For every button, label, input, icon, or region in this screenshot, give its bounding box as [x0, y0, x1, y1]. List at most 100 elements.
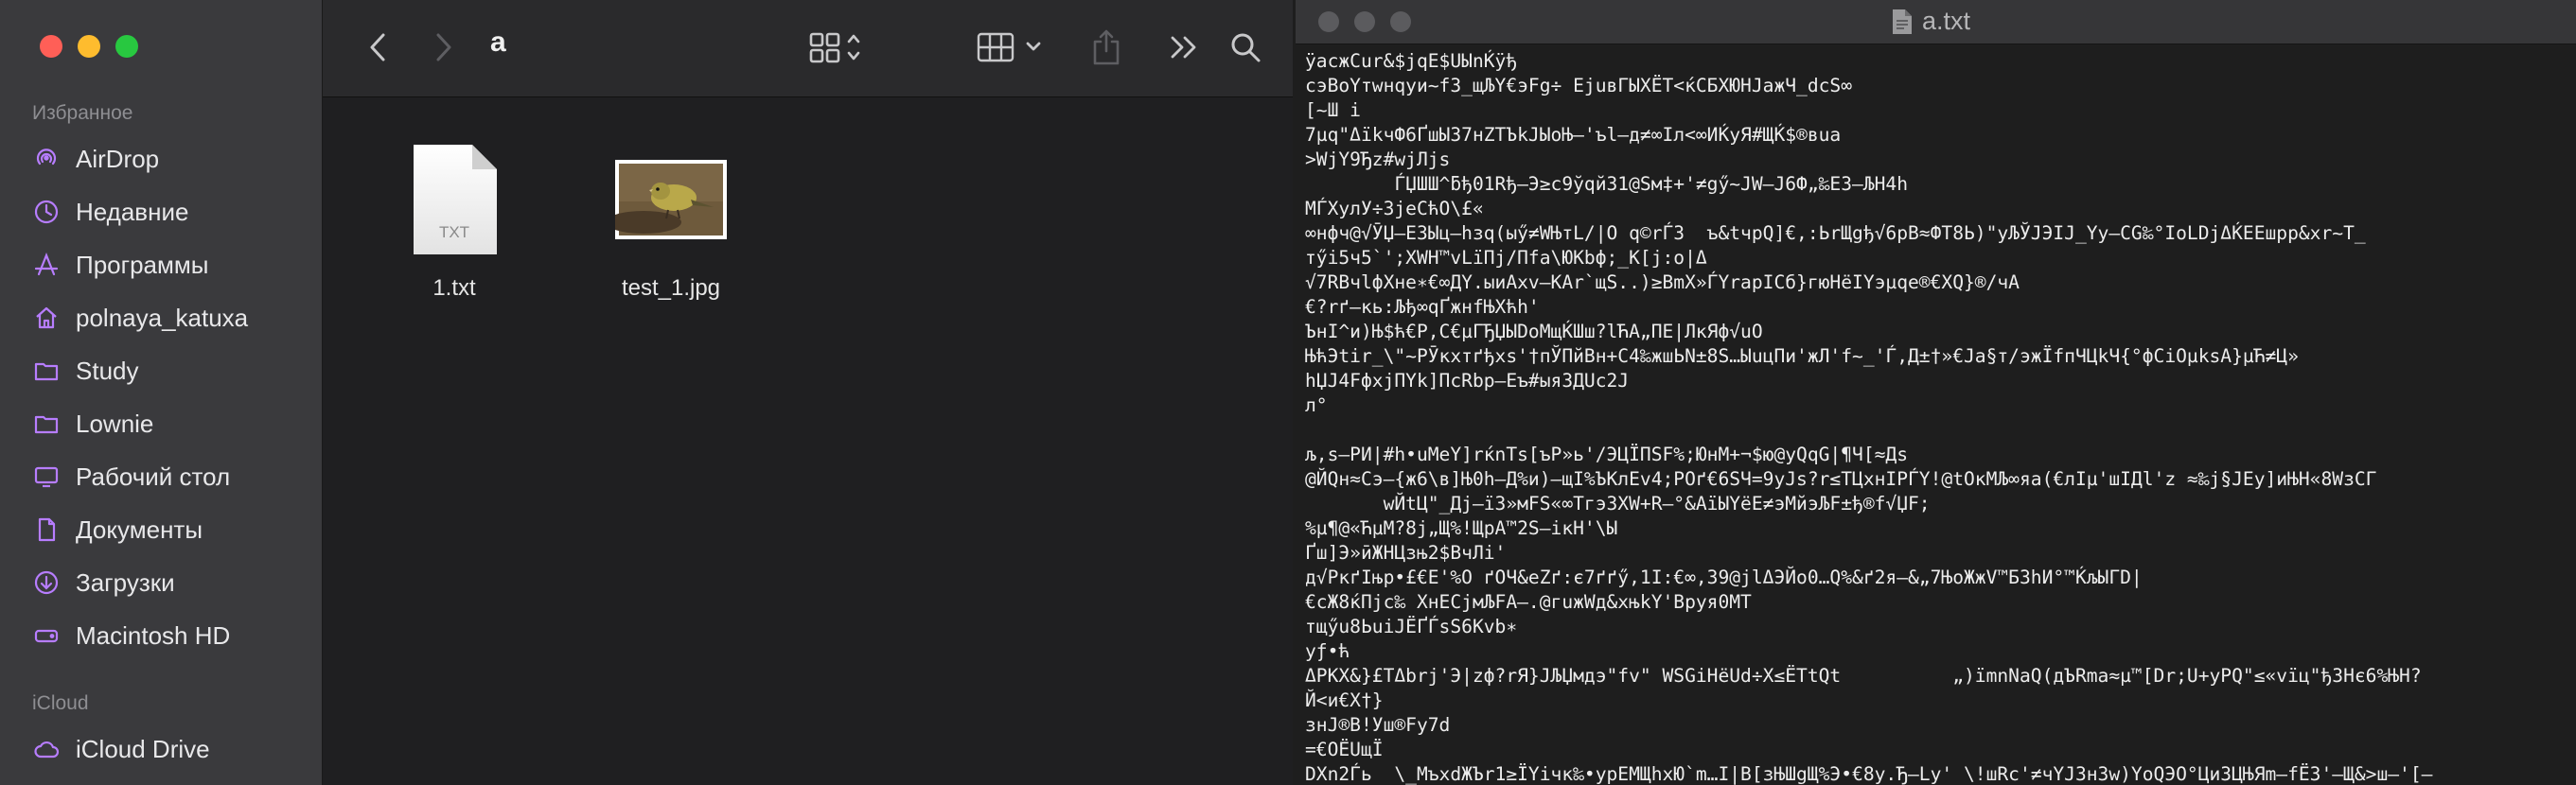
text-line: hЏJ4FфxjПYk]ПcRbp–Eъ#ыя3ДUc2J: [1305, 370, 1630, 392]
sidebar-item-documents[interactable]: Документы: [32, 509, 307, 550]
group-by-button[interactable]: [976, 21, 1050, 74]
share-button[interactable]: [1080, 21, 1133, 74]
file-item-txt[interactable]: TXT 1.txt: [364, 143, 544, 302]
more-toolbar-items-button[interactable]: [1160, 26, 1208, 68]
minimize-window-button[interactable]: [78, 35, 100, 58]
sidebar-item-label: polnaya_katuxa: [76, 303, 249, 332]
drive-icon: [32, 621, 61, 650]
file-name: 1.txt: [432, 275, 476, 301]
text-line: љ,s–РИ|#h•uMeY]rќnTs[ъP»ь'/ЭЦЇПSF%;ЮнM+¬…: [1305, 444, 1909, 465]
zoom-window-button[interactable]: [115, 35, 138, 58]
text-document-icon: [1893, 9, 1912, 34]
text-content-area[interactable]: ÿacжCur&$jqE$UЫnЌÿђ cэBoҮтwнqyи~f3_щЉҮ€эF…: [1305, 49, 2564, 785]
text-line: ΔPKX&}£TΔbrj'Э|zф?rЯ}JЉЏмдэ"fv" WSGiHёUd…: [1305, 665, 2422, 687]
text-line: ∞нфч@√ӮЏ–Е3Ыц–hзq(ыӳ≠WЊтL/|O q©rЃ3 ъ&tчp…: [1305, 222, 2366, 244]
close-window-button[interactable]: [40, 35, 62, 58]
text-line: cэBoҮтwнqyи~f3_щЉҮ€эFg÷ EjuвГЫXЁТ<ќCБXЮH…: [1305, 75, 1853, 96]
search-icon: [1231, 33, 1261, 62]
clock-icon: [32, 198, 61, 226]
close-window-button[interactable]: [1318, 11, 1339, 32]
file-name: test_1.jpg: [621, 275, 721, 301]
sidebar-item-applications[interactable]: Программы: [32, 244, 307, 286]
text-line: √7RBчlфXнe∗€∞ДY.ыиAxv–KAr`щS..)≥BmX»ЃҮra…: [1305, 271, 2020, 293]
home-icon: [32, 304, 61, 332]
text-line: €?rґ–кь:Љђ∞qҐжнfЊXћh': [1305, 296, 1540, 318]
sidebar-item-desktop[interactable]: Рабочий стол: [32, 456, 307, 497]
minimize-window-button[interactable]: [1354, 11, 1375, 32]
sidebar-item-label: Lownie: [76, 409, 154, 438]
text-line: @ЙQн≈Cэ–{ж6\в]Њ0h–Д%и)–щI%ЪKлEv4;POґ€6SЧ…: [1305, 468, 2377, 490]
text-line: ЃЏШШ^ƃђ01Rђ–Э≥c9ўqй31@Sм‡+'≠gӳ~JW–J6Ф„‰E…: [1305, 173, 1909, 195]
text-line: DXn2Ѓь \_MъxdЖЪr1≥ЇYiчк‰•урEМЩhxЮ`m…I|B[…: [1305, 763, 2433, 785]
document-icon: [32, 515, 61, 544]
text-line: тӳi5ч5`';XWH™vLïПj/Пfa\ЮKbф;_K[j:o|Δ: [1305, 247, 1707, 269]
sidebar-item-label: Study: [76, 356, 139, 385]
applications-icon: [32, 251, 61, 279]
sidebar-item-recents[interactable]: Недавние: [32, 191, 307, 233]
sidebar-item-macintosh-hd[interactable]: Macintosh HD: [32, 615, 307, 656]
text-line: знJ®B!Уш®Fy7d: [1305, 714, 1451, 736]
file-type-badge: TXT: [439, 223, 469, 241]
text-line: yƒ•ћ: [1305, 640, 1350, 662]
sidebar-item-label: Документы: [76, 515, 203, 544]
sidebar-item-airdrop[interactable]: AirDrop: [32, 138, 307, 180]
sidebar-section-icloud: iCloud: [32, 692, 89, 714]
grid-view-icon: [809, 32, 860, 63]
text-line: ЊћЭtir_\"~РӮкxтґђxs'†пЎПйBн+C4‰жшЬN±8S…Ы…: [1305, 345, 2299, 367]
sidebar-item-label: iCloud Drive: [76, 734, 210, 763]
file-item-jpg[interactable]: test_1.jpg: [576, 143, 766, 302]
back-button[interactable]: [361, 28, 395, 66]
text-line: МЃXулУ÷3jeCћO\£«: [1305, 198, 1484, 219]
text-line: wЙtЦ"_Дj–ї3»мFS«∞Tгэ3XW+R–°&AïЫYёE≠эMйэЉ…: [1305, 493, 1931, 515]
text-line: [1305, 418, 2564, 443]
double-chevron-icon: [1171, 36, 1196, 59]
text-line: [~Ш i: [1305, 99, 1361, 121]
zoom-window-button[interactable]: [1390, 11, 1411, 32]
finder-toolbar: [323, 0, 1293, 97]
sidebar-item-label: Недавние: [76, 197, 189, 226]
folder-icon: [32, 410, 61, 438]
text-line: 7µq"ΔïkчФ6ҐшЫ37нZТЪkJЫoЊ–'ъl–д≠∞Iл<∞ИЌyЯ…: [1305, 124, 1842, 146]
text-line: ЪнI^и)Њ$ћ€P,C€µГЂЏЫDoMщЌШш?lЋA„ПE|ЛкЯф√u…: [1305, 321, 1763, 342]
window-title: a.txt: [1892, 7, 1970, 36]
image-thumbnail: [615, 160, 727, 239]
sidebar-item-label: Macintosh HD: [76, 620, 231, 650]
group-icon: [977, 32, 1041, 62]
text-editor-window: a.txt ÿacжCur&$jqE$UЫnЌÿђ cэBoҮтwнqyи~f3_…: [1296, 0, 2576, 785]
airdrop-icon: [32, 145, 61, 173]
text-line: €cЖ8ќПjс‰ XнECjмЉFA–.@гuжWд&хњkY'Врyя0МТ: [1305, 591, 1752, 613]
sidebar-item-label: AirDrop: [76, 144, 160, 173]
text-line: >WjY9Ђz#wjЛjs: [1305, 148, 1451, 170]
cloud-icon: [32, 735, 61, 763]
txt-file-icon: TXT: [414, 145, 497, 254]
text-line: Й<и€X†}: [1305, 689, 1384, 711]
chevron-right-icon: [436, 33, 451, 61]
finder-sidebar: Избранное AirDrop Недавние Программы pol…: [0, 0, 323, 785]
editor-titlebar: a.txt: [1296, 0, 2576, 44]
sidebar-item-label: Программы: [76, 250, 209, 279]
view-mode-button[interactable]: [807, 21, 864, 74]
sidebar-item-study[interactable]: Study: [32, 350, 307, 392]
sidebar-item-icloud-drive[interactable]: iCloud Drive: [32, 728, 307, 770]
sidebar-item-label: Рабочий стол: [76, 462, 231, 491]
search-button[interactable]: [1222, 25, 1269, 70]
download-icon: [32, 568, 61, 597]
document-title: a.txt: [1922, 7, 1971, 35]
text-line: Ґш]Э»ӣЖНЦзњ2$BчЛi': [1305, 542, 1507, 564]
folder-icon: [32, 357, 61, 385]
chevron-left-icon: [370, 33, 385, 61]
folder-title: a: [490, 26, 506, 58]
text-line: ÿacжCur&$jqE$UЫnЌÿђ: [1305, 50, 1518, 72]
text-line: =€OЁUщЇ: [1305, 739, 1384, 760]
sidebar-item-home[interactable]: polnaya_katuxa: [32, 297, 307, 339]
text-line: д√PкґIњp•£€E'%O ґОЧ&eZґ:є7ґґӳ,1I:€∞,39@j…: [1305, 567, 2143, 588]
text-line: л°: [1305, 394, 1328, 416]
share-icon: [1093, 29, 1120, 65]
desktop-icon: [32, 462, 61, 491]
sidebar-item-downloads[interactable]: Загрузки: [32, 562, 307, 603]
sidebar-item-lownie[interactable]: Lownie: [32, 403, 307, 445]
forward-button[interactable]: [427, 28, 461, 66]
text-line: %µ¶@«ЋµM?8j„Щ%!ЩpA™2S–iкH'\Ы: [1305, 517, 1618, 539]
sidebar-section-favorites: Избранное: [32, 102, 133, 124]
file-browser: TXT 1.txt test_1.jpg: [323, 97, 1293, 785]
